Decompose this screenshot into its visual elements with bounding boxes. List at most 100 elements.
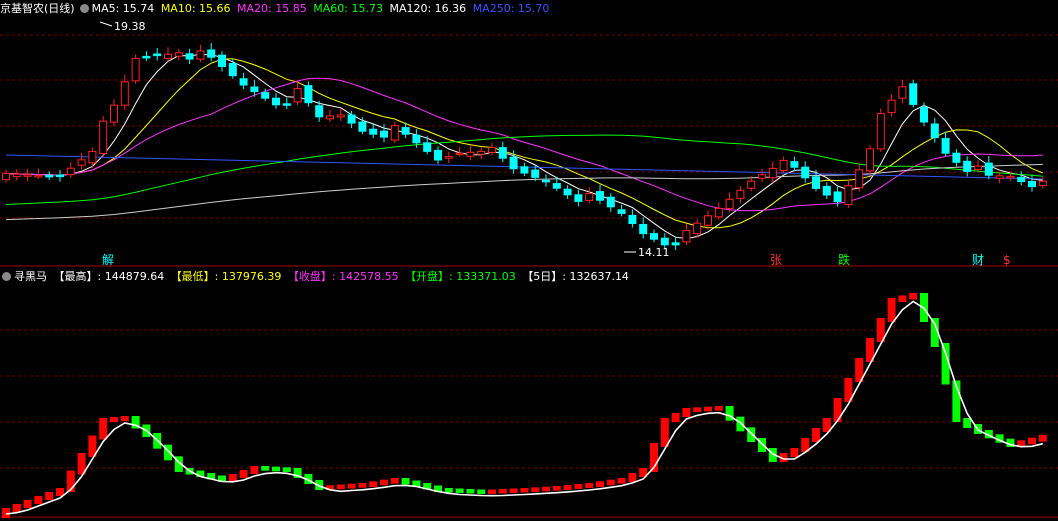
settings-icon[interactable]: [79, 4, 89, 13]
candle: [520, 166, 529, 174]
candle: [45, 174, 54, 178]
indicator-bar: [552, 486, 561, 491]
indicator-bar: [585, 483, 594, 488]
indicator-bar: [704, 406, 712, 412]
candle: [941, 138, 950, 154]
candle: [336, 114, 345, 118]
indicator-bar: [336, 484, 345, 490]
stat-5day: 【5日】: 132637.14: [522, 270, 629, 283]
candle: [282, 103, 291, 106]
candle: [110, 104, 118, 123]
high-price-label: 19.38: [114, 20, 146, 33]
ma5-label: MA5: 15.74: [91, 2, 155, 15]
indicator-bar: [574, 484, 583, 489]
indicator-bar: [898, 295, 907, 302]
indicator-bar: [466, 489, 475, 494]
event-label: 解: [102, 253, 114, 267]
ma-line-ma20: [5, 77, 1043, 212]
indicator-bar: [261, 466, 270, 471]
ma-line-ma10: [5, 58, 1043, 229]
stock-chart: 19.38 14.11 解 张 跌 财 $: [0, 20, 1058, 518]
stock-name[interactable]: 京基智农(日线): [0, 2, 75, 15]
indicator-bar: [1038, 435, 1047, 442]
indicator-bar: [110, 417, 118, 422]
indicator-bar: [542, 486, 550, 492]
candle: [272, 97, 280, 106]
indicator-bar: [272, 466, 280, 472]
indicator-bar: [596, 481, 604, 487]
indicator-bar: [531, 487, 540, 492]
candle: [952, 152, 961, 163]
candle: [131, 57, 140, 82]
settings-icon[interactable]: [2, 272, 11, 281]
candle: [704, 215, 712, 226]
indicator-bar: [12, 504, 21, 512]
candle: [153, 53, 162, 57]
candle: [790, 161, 799, 168]
candle: [930, 123, 939, 139]
indicator-bar: [239, 470, 248, 478]
candle: [218, 54, 226, 67]
candle: [99, 120, 108, 154]
candle: [88, 150, 97, 164]
event-label: 跌: [838, 252, 850, 267]
candle: [563, 188, 572, 196]
candle: [120, 81, 129, 106]
candle: [466, 151, 475, 157]
candle: [606, 196, 615, 208]
indicator-bar: [1028, 437, 1036, 445]
indicator-bar: [23, 500, 32, 508]
indicator-bar: [682, 408, 691, 417]
indicator-bar: [736, 416, 745, 432]
indicator-bar: [477, 489, 486, 494]
candle: [844, 185, 853, 206]
candle: [585, 193, 594, 201]
candle: [876, 113, 885, 150]
candle: [736, 189, 745, 199]
ma10-label: MA10: 15.66: [160, 2, 231, 15]
candle: [833, 191, 842, 203]
candle: [984, 162, 993, 176]
candle: [693, 222, 702, 235]
indicator-bar: [660, 418, 669, 447]
candle: [142, 55, 151, 59]
ma20-label: MA20: 15.85: [237, 2, 307, 15]
indicator-bar: [99, 418, 108, 440]
indicator-bar: [120, 416, 129, 421]
candle: [509, 156, 518, 170]
candle: [855, 169, 864, 189]
candle: [920, 106, 928, 123]
event-label: 张: [770, 253, 782, 267]
candle: [898, 86, 907, 99]
candle: [261, 92, 270, 99]
candle: [542, 179, 550, 183]
candle: [347, 114, 356, 124]
candle: [185, 53, 194, 60]
candle: [822, 185, 831, 196]
indicator-bar: [390, 478, 399, 484]
candle: [2, 173, 10, 181]
candle: [639, 224, 648, 235]
candle: [164, 53, 172, 60]
indicator-bar: [358, 483, 367, 488]
candle: [768, 167, 777, 179]
indicator-name[interactable]: 寻黑马: [14, 270, 47, 283]
high-marker-arrow: [99, 21, 113, 27]
indicator-bar: [34, 496, 43, 504]
candle: [293, 88, 302, 103]
indicator-bar: [45, 492, 54, 500]
candle: [401, 127, 410, 135]
stat-close: 【收盘】: 142578.55: [287, 270, 399, 283]
candle: [1017, 176, 1026, 182]
candle: [714, 207, 723, 218]
candle: [995, 175, 1004, 179]
indicator-bar: [380, 479, 388, 486]
stat-open: 【开盘】: 133371.03: [405, 270, 516, 283]
indicator-bar: [812, 428, 820, 442]
candle: [801, 166, 810, 179]
candle: [531, 169, 540, 178]
indicator-bar: [250, 466, 259, 474]
indicator-bar: [963, 418, 972, 428]
candle: [628, 214, 637, 224]
candle: [671, 242, 680, 246]
